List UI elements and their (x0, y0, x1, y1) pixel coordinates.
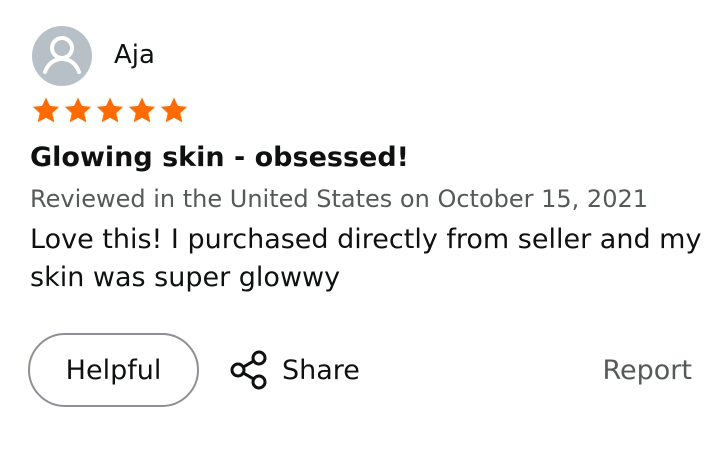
star-icon (128, 97, 156, 123)
star-icon (32, 97, 60, 123)
helpful-button[interactable]: Helpful (28, 333, 199, 407)
review-body: Love this! I purchased directly from sel… (30, 224, 702, 293)
star-icon (160, 97, 188, 123)
helpful-label: Helpful (65, 354, 162, 386)
report-link[interactable]: Report (602, 353, 692, 389)
share-icon (230, 350, 267, 390)
share-button[interactable]: Share (228, 345, 360, 395)
avatar (32, 26, 92, 86)
star-icon (64, 97, 92, 123)
reviewer-header: Aja (32, 26, 155, 86)
review-actions: Helpful Share Report (28, 333, 692, 411)
user-avatar-icon (43, 36, 81, 74)
share-label: Share (282, 354, 360, 386)
reviewer-name: Aja (114, 40, 155, 70)
star-rating (30, 95, 190, 127)
customer-review: Aja Glowing skin - obsessed! Reviewed in… (0, 0, 720, 452)
star-icon (96, 97, 124, 123)
review-date-location: Reviewed in the United States on October… (30, 185, 648, 213)
review-title[interactable]: Glowing skin - obsessed! (30, 139, 409, 177)
